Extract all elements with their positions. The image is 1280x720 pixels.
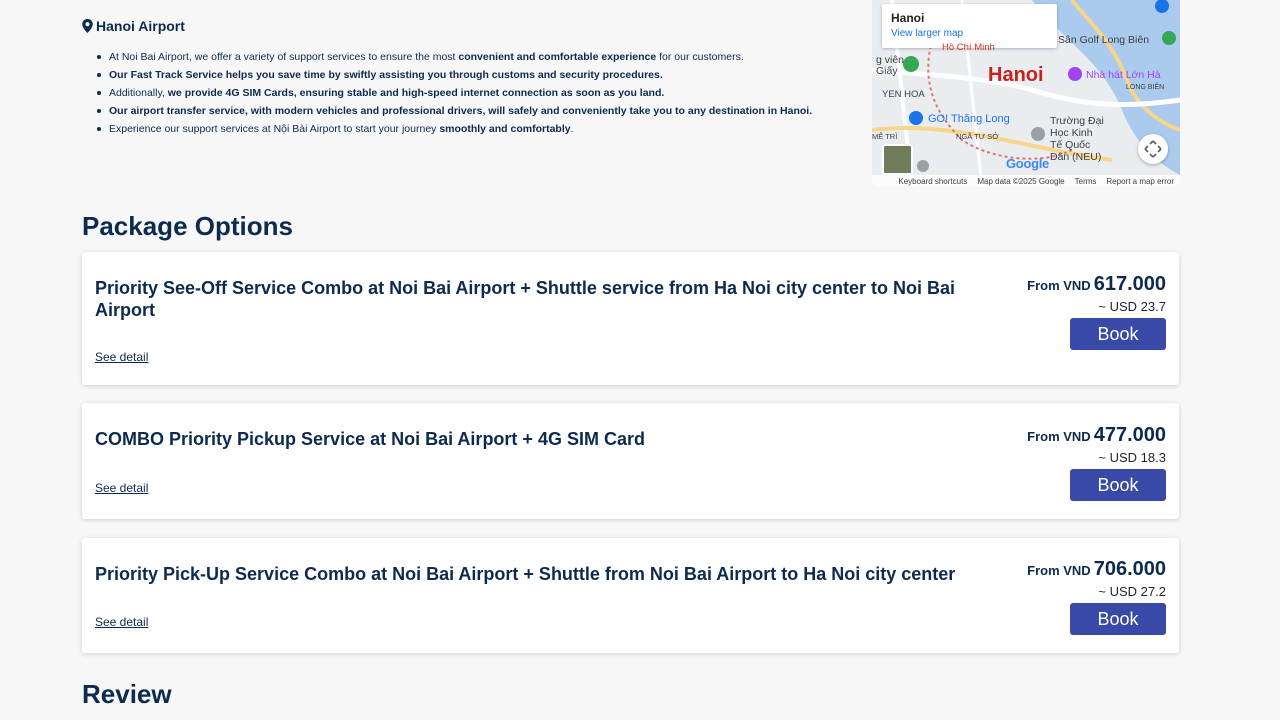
service-bullet: Our airport transfer service, with moder… xyxy=(96,102,856,120)
package-name: Priority Pick-Up Service Combo at Noi Ba… xyxy=(95,564,956,584)
see-detail-link[interactable]: See detail xyxy=(95,615,148,629)
bullet-text: Our airport transfer service, with moder… xyxy=(109,105,813,117)
package-card: COMBO Priority Pickup Service at Noi Bai… xyxy=(82,403,1179,519)
price-line: From VND 477.000 xyxy=(986,424,1166,447)
bullet-text: At Noi Bai Airport, we offer a variety o… xyxy=(109,51,459,63)
usd-price: ~ USD 18.3 xyxy=(1098,450,1166,465)
book-button[interactable]: Book xyxy=(1070,469,1166,501)
see-detail-link[interactable]: See detail xyxy=(95,481,148,495)
bullet-text: smoothly and comfortably xyxy=(439,123,571,135)
map-label-vien: g viên xyxy=(876,54,905,66)
package-card: Priority Pick-Up Service Combo at Noi Ba… xyxy=(82,538,1179,653)
map-label-yenhoa: YEN HOA xyxy=(882,89,925,100)
currency-text: VND xyxy=(1063,278,1091,293)
price-box: From VND 706.000 ~ USD 27.2 Book xyxy=(986,558,1166,635)
price-amount: 477.000 xyxy=(1093,424,1166,446)
map-label-longbien: LONG BIÊN xyxy=(1126,84,1165,91)
price-from-label: From VND xyxy=(1027,278,1091,293)
fullscreen-button[interactable] xyxy=(1138,134,1168,164)
package-card: Priority See-Off Service Combo at Noi Ba… xyxy=(82,252,1179,385)
map-label-thanglong: GO! Thăng Long xyxy=(928,113,1010,125)
usd-price: ~ USD 23.7 xyxy=(1098,299,1166,314)
from-text: From xyxy=(1027,429,1060,444)
location-title: Hanoi Airport xyxy=(96,18,185,34)
map-label-hcm: Hồ Chí Minh xyxy=(942,42,995,53)
map-pin-icon xyxy=(82,19,93,33)
service-bullet: Our Fast Track Service helps you save ti… xyxy=(96,66,856,84)
currency-text: VND xyxy=(1063,563,1091,578)
book-button[interactable]: Book xyxy=(1070,318,1166,350)
price-box: From VND 617.000 ~ USD 23.7 Book xyxy=(986,273,1166,350)
fullscreen-icon xyxy=(1144,140,1162,158)
price-from-label: From VND xyxy=(1027,563,1091,578)
keyboard-shortcuts-link[interactable]: Keyboard shortcuts xyxy=(898,177,967,186)
package-name: Priority See-Off Service Combo at Noi Ba… xyxy=(95,278,956,320)
package-options-heading: Package Options xyxy=(82,211,293,241)
map-label-golf: Sân Golf Long Biên xyxy=(1058,34,1150,46)
service-bullet: At Noi Bai Airport, we offer a variety o… xyxy=(96,48,856,66)
map-data-text: Map data ©2025 Google xyxy=(977,176,1065,186)
map-label-giay: Giấy xyxy=(876,65,898,77)
map-terms-link[interactable]: Terms xyxy=(1075,177,1097,186)
price-from-label: From VND xyxy=(1027,429,1091,444)
from-text: From xyxy=(1027,563,1060,578)
bullet-text: for our customers. xyxy=(656,51,744,63)
book-button[interactable]: Book xyxy=(1070,603,1166,635)
bullet-text: Our Fast Track Service helps you save ti… xyxy=(109,69,663,81)
bullet-text: . xyxy=(570,123,574,135)
bullet-text: Experience our support services at Nội B… xyxy=(109,123,440,135)
bullet-text: we provide 4G SIM Cards, ensuring stable… xyxy=(167,87,665,99)
usd-price: ~ USD 27.2 xyxy=(1098,584,1166,599)
price-line: From VND 617.000 xyxy=(986,273,1166,296)
embedded-map[interactable]: Hanoi View larger map Hanoi Sân Golf Lon… xyxy=(872,0,1180,187)
bullet-text: Additionally, xyxy=(109,87,168,99)
google-logo: Google xyxy=(1006,156,1049,171)
price-amount: 617.000 xyxy=(1093,273,1166,295)
service-bullet: Additionally, we provide 4G SIM Cards, e… xyxy=(96,84,856,102)
google-logo-text: Google xyxy=(1006,156,1049,171)
see-detail-link[interactable]: See detail xyxy=(95,350,148,364)
location-heading: Hanoi Airport xyxy=(82,18,185,34)
map-label-tuso: NGÃ TƯ SỞ xyxy=(956,132,999,141)
map-label-university: Trường Đại Học Kinh Tế Quốc Dân (NEU) xyxy=(1050,115,1104,163)
map-place-name: Hanoi xyxy=(891,11,925,25)
report-map-error-link[interactable]: Report a map error xyxy=(1106,177,1174,186)
map-label-metri: MỄ TRÌ xyxy=(872,132,898,141)
service-bullet-list: At Noi Bai Airport, we offer a variety o… xyxy=(96,48,856,138)
view-larger-map-link[interactable]: View larger map xyxy=(891,28,1048,39)
map-label-opera: Nhà hát Lớn Hà xyxy=(1086,69,1161,81)
map-footer: Keyboard shortcuts Map data ©2025 Google… xyxy=(872,175,1180,187)
price-amount: 706.000 xyxy=(1093,558,1166,580)
from-text: From xyxy=(1027,278,1060,293)
package-name: COMBO Priority Pickup Service at Noi Bai… xyxy=(95,429,645,449)
satellite-toggle[interactable] xyxy=(882,144,913,175)
price-line: From VND 706.000 xyxy=(986,558,1166,581)
service-bullet: Experience our support services at Nội B… xyxy=(96,120,856,138)
map-city-label: Hanoi xyxy=(988,64,1044,86)
currency-text: VND xyxy=(1063,429,1091,444)
price-box: From VND 477.000 ~ USD 18.3 Book xyxy=(986,424,1166,501)
bullet-text: convenient and comfortable experience xyxy=(458,51,657,63)
review-heading: Review xyxy=(82,679,172,709)
